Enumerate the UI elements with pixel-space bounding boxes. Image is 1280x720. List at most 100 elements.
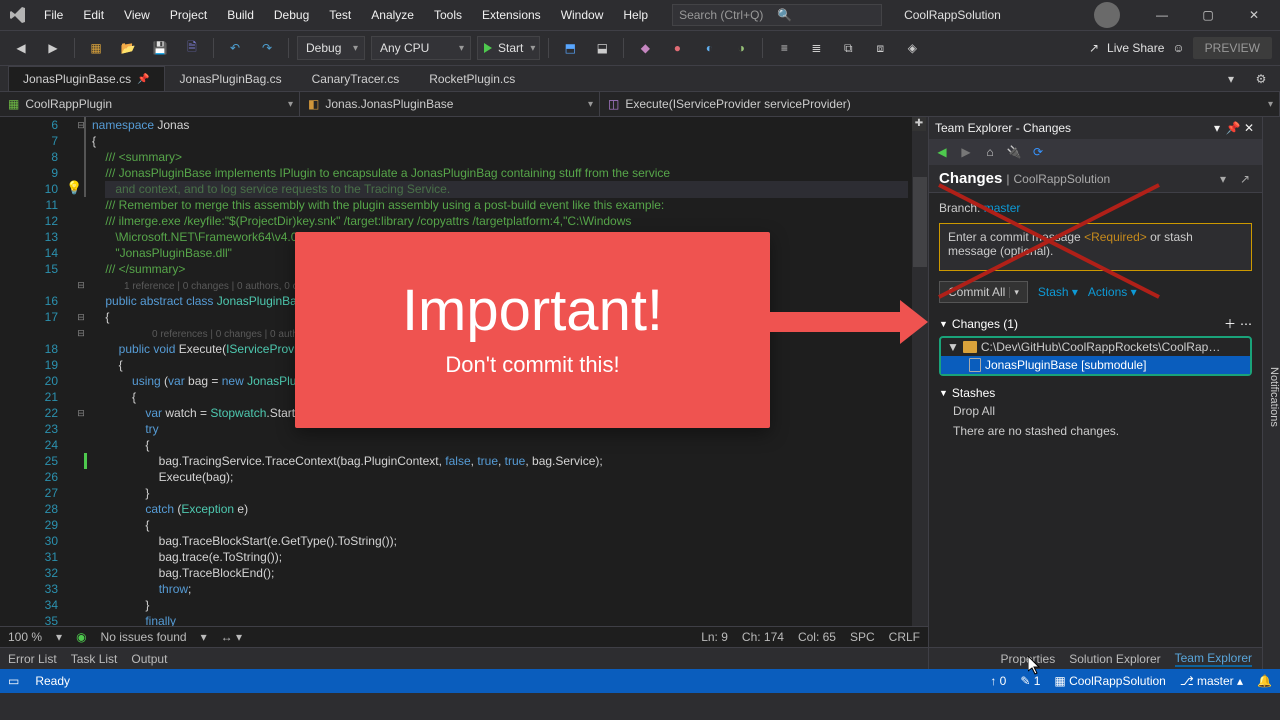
- panel-close-icon[interactable]: ✕: [1242, 121, 1256, 135]
- publish-icon[interactable]: ↑ 0: [990, 674, 1006, 688]
- open-icon[interactable]: 📂: [115, 35, 141, 61]
- save-all-icon[interactable]: 🗎: [179, 35, 205, 61]
- redo-icon[interactable]: ↷: [254, 35, 280, 61]
- pin-icon[interactable]: 📌: [137, 74, 149, 85]
- home-icon[interactable]: ⌂: [983, 145, 997, 159]
- menu-edit[interactable]: Edit: [73, 4, 114, 26]
- issues-status[interactable]: No issues found: [101, 630, 187, 644]
- ext-2-icon[interactable]: ●: [664, 35, 690, 61]
- browser-link-icon[interactable]: ⬒: [557, 35, 583, 61]
- script-debug-icon[interactable]: ⬓: [589, 35, 615, 61]
- chevron-down-icon[interactable]: ▼: [939, 388, 948, 398]
- status-solution[interactable]: ▦ CoolRappSolution: [1054, 674, 1165, 688]
- class-combo[interactable]: ◧Jonas.JonasPluginBase: [300, 92, 600, 116]
- bottom-tab[interactable]: Task List: [71, 652, 118, 666]
- maximize-button[interactable]: ▢: [1186, 0, 1230, 30]
- back-icon[interactable]: ◀: [8, 35, 34, 61]
- minimize-button[interactable]: —: [1140, 0, 1184, 30]
- tab-file[interactable]: JonasPluginBag.cs: [165, 66, 297, 91]
- zoom-level[interactable]: 100 %: [8, 630, 42, 644]
- user-avatar[interactable]: [1094, 2, 1120, 28]
- ext-1-icon[interactable]: ◆: [632, 35, 658, 61]
- undo-icon[interactable]: ↶: [222, 35, 248, 61]
- menu-window[interactable]: Window: [551, 4, 614, 26]
- preview-button[interactable]: PREVIEW: [1193, 37, 1272, 59]
- comment-icon[interactable]: ⧉: [835, 35, 861, 61]
- nav-fwd-icon[interactable]: ▶: [959, 145, 973, 159]
- panel-pin-icon[interactable]: 📌: [1226, 121, 1240, 135]
- commit-message-input[interactable]: Enter a commit message <Required> or sta…: [939, 223, 1252, 271]
- menu-debug[interactable]: Debug: [264, 4, 319, 26]
- actions-link[interactable]: Actions ▾: [1088, 285, 1137, 299]
- close-button[interactable]: ✕: [1232, 0, 1276, 30]
- menu-file[interactable]: File: [34, 4, 73, 26]
- live-share-button[interactable]: Live Share: [1107, 41, 1164, 55]
- undock-icon[interactable]: ↗: [1238, 172, 1252, 186]
- eol-mode[interactable]: CRLF: [889, 630, 920, 644]
- tree-folder-row[interactable]: ▼C:\Dev\GitHub\CoolRappRockets\CoolRappS…: [941, 338, 1250, 356]
- start-debug-button[interactable]: Start: [477, 36, 540, 60]
- menu-analyze[interactable]: Analyze: [361, 4, 424, 26]
- forward-icon[interactable]: ▶: [40, 35, 66, 61]
- vs-logo-icon[interactable]: [4, 6, 32, 24]
- panel-dropdown-icon[interactable]: ▾: [1210, 121, 1224, 135]
- tab-file[interactable]: CanaryTracer.cs: [297, 66, 415, 91]
- menu-view[interactable]: View: [114, 4, 160, 26]
- menu-test[interactable]: Test: [319, 4, 361, 26]
- notifications-icon[interactable]: 🔔: [1257, 674, 1272, 688]
- stash-link[interactable]: Stash ▾: [1038, 285, 1078, 299]
- new-project-icon[interactable]: ▦: [83, 35, 109, 61]
- tab-file[interactable]: JonasPluginBase.cs📌: [8, 66, 165, 91]
- ins-mode[interactable]: SPC: [850, 630, 875, 644]
- status-branch[interactable]: ⎇ master ▴: [1180, 674, 1243, 688]
- tab-file[interactable]: RocketPlugin.cs: [414, 66, 530, 91]
- quick-search-input[interactable]: Search (Ctrl+Q)🔍: [672, 4, 882, 26]
- tab-team-explorer[interactable]: Team Explorer: [1175, 651, 1252, 667]
- bookmark-icon[interactable]: ◈: [899, 35, 925, 61]
- pending-icon[interactable]: ✎ 1: [1020, 674, 1040, 688]
- notifications-strip[interactable]: Notifications: [1262, 117, 1280, 669]
- changes-section-header[interactable]: Changes (1): [952, 317, 1018, 331]
- connect-icon[interactable]: 🔌: [1007, 145, 1021, 159]
- stage-all-icon[interactable]: ＋: [1224, 315, 1236, 332]
- bottom-tab[interactable]: Error List: [8, 652, 57, 666]
- refresh-icon[interactable]: ⟳: [1031, 145, 1045, 159]
- menu-project[interactable]: Project: [160, 4, 217, 26]
- menu-help[interactable]: Help: [613, 4, 658, 26]
- tab-solution-explorer[interactable]: Solution Explorer: [1069, 652, 1160, 666]
- tree-submodule-row[interactable]: JonasPluginBase [submodule]: [941, 356, 1250, 374]
- menu-extensions[interactable]: Extensions: [472, 4, 551, 26]
- commit-all-button[interactable]: Commit All▾: [939, 281, 1028, 303]
- tab-dropdown-icon[interactable]: ▾: [1218, 66, 1244, 92]
- member-combo[interactable]: ◫Execute(IServiceProvider serviceProvide…: [600, 92, 1280, 116]
- status-ready: Ready: [35, 674, 70, 688]
- ext-3-icon[interactable]: ◐: [696, 35, 722, 61]
- char-nav-icon[interactable]: ↔ ▾: [221, 630, 242, 644]
- drop-all-link[interactable]: Drop All: [953, 404, 1252, 418]
- split-editor-icon[interactable]: ✚: [912, 117, 926, 131]
- chevron-down-icon[interactable]: ▼: [939, 319, 948, 329]
- feedback-icon[interactable]: ☺: [1172, 41, 1184, 55]
- config-combo[interactable]: Debug: [297, 36, 365, 60]
- bottom-tab[interactable]: Output: [131, 652, 167, 666]
- branch-link[interactable]: master: [984, 201, 1021, 215]
- outdent-icon[interactable]: ≣: [803, 35, 829, 61]
- uncomment-icon[interactable]: ⧈: [867, 35, 893, 61]
- lightbulb-icon[interactable]: 💡: [66, 180, 82, 196]
- no-stash-text: There are no stashed changes.: [953, 424, 1252, 438]
- menu-tools[interactable]: Tools: [424, 4, 472, 26]
- platform-combo[interactable]: Any CPU: [371, 36, 471, 60]
- stashes-header[interactable]: Stashes: [952, 386, 995, 400]
- indent-icon[interactable]: ≡: [771, 35, 797, 61]
- vertical-scrollbar[interactable]: [912, 117, 928, 626]
- live-share-icon[interactable]: ↗: [1089, 41, 1099, 55]
- ext-4-icon[interactable]: ◑: [728, 35, 754, 61]
- project-combo[interactable]: ▦CoolRappPlugin: [0, 92, 300, 116]
- window-mgmt-icon[interactable]: ▭: [8, 674, 19, 688]
- nav-back-icon[interactable]: ◀: [935, 145, 949, 159]
- tab-gear-icon[interactable]: ⚙: [1248, 66, 1274, 92]
- save-icon[interactable]: 💾: [147, 35, 173, 61]
- changes-more-icon[interactable]: ⋯: [1240, 317, 1252, 331]
- menu-build[interactable]: Build: [217, 4, 264, 26]
- section-menu-icon[interactable]: ▾: [1216, 172, 1230, 186]
